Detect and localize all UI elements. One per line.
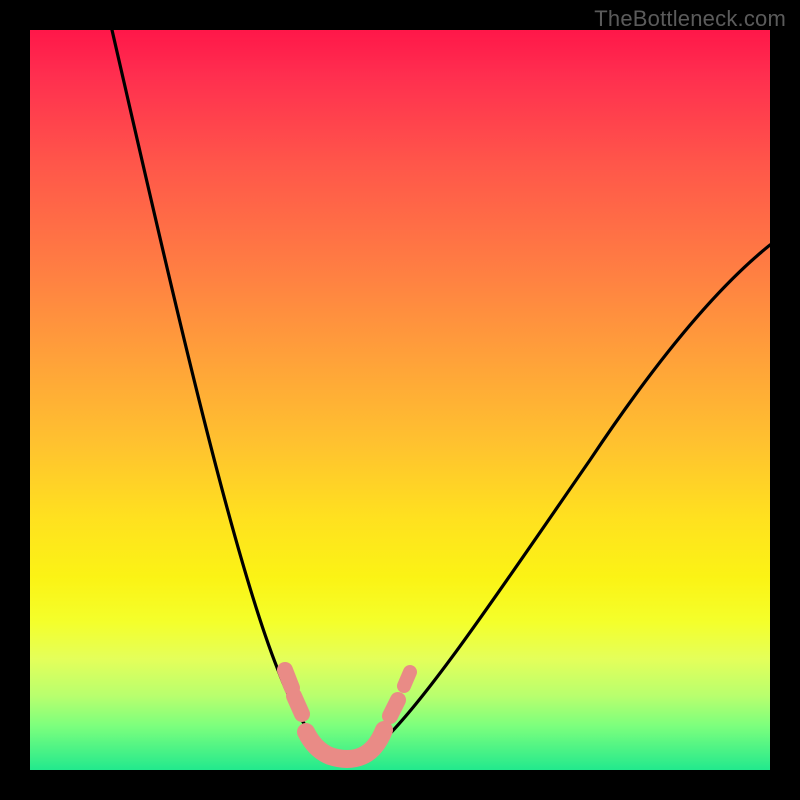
curve-svg [30,30,770,770]
valley-dot-right-2 [404,672,410,686]
chart-frame: TheBottleneck.com [0,0,800,800]
valley-dot-left-2 [294,696,302,714]
curve-left [112,30,322,744]
curve-right [375,245,770,748]
valley-dot-right-1 [390,700,398,716]
watermark-text: TheBottleneck.com [594,6,786,32]
valley-dot-left-1 [285,670,292,688]
plot-area [30,30,770,770]
valley-floor [306,730,384,759]
